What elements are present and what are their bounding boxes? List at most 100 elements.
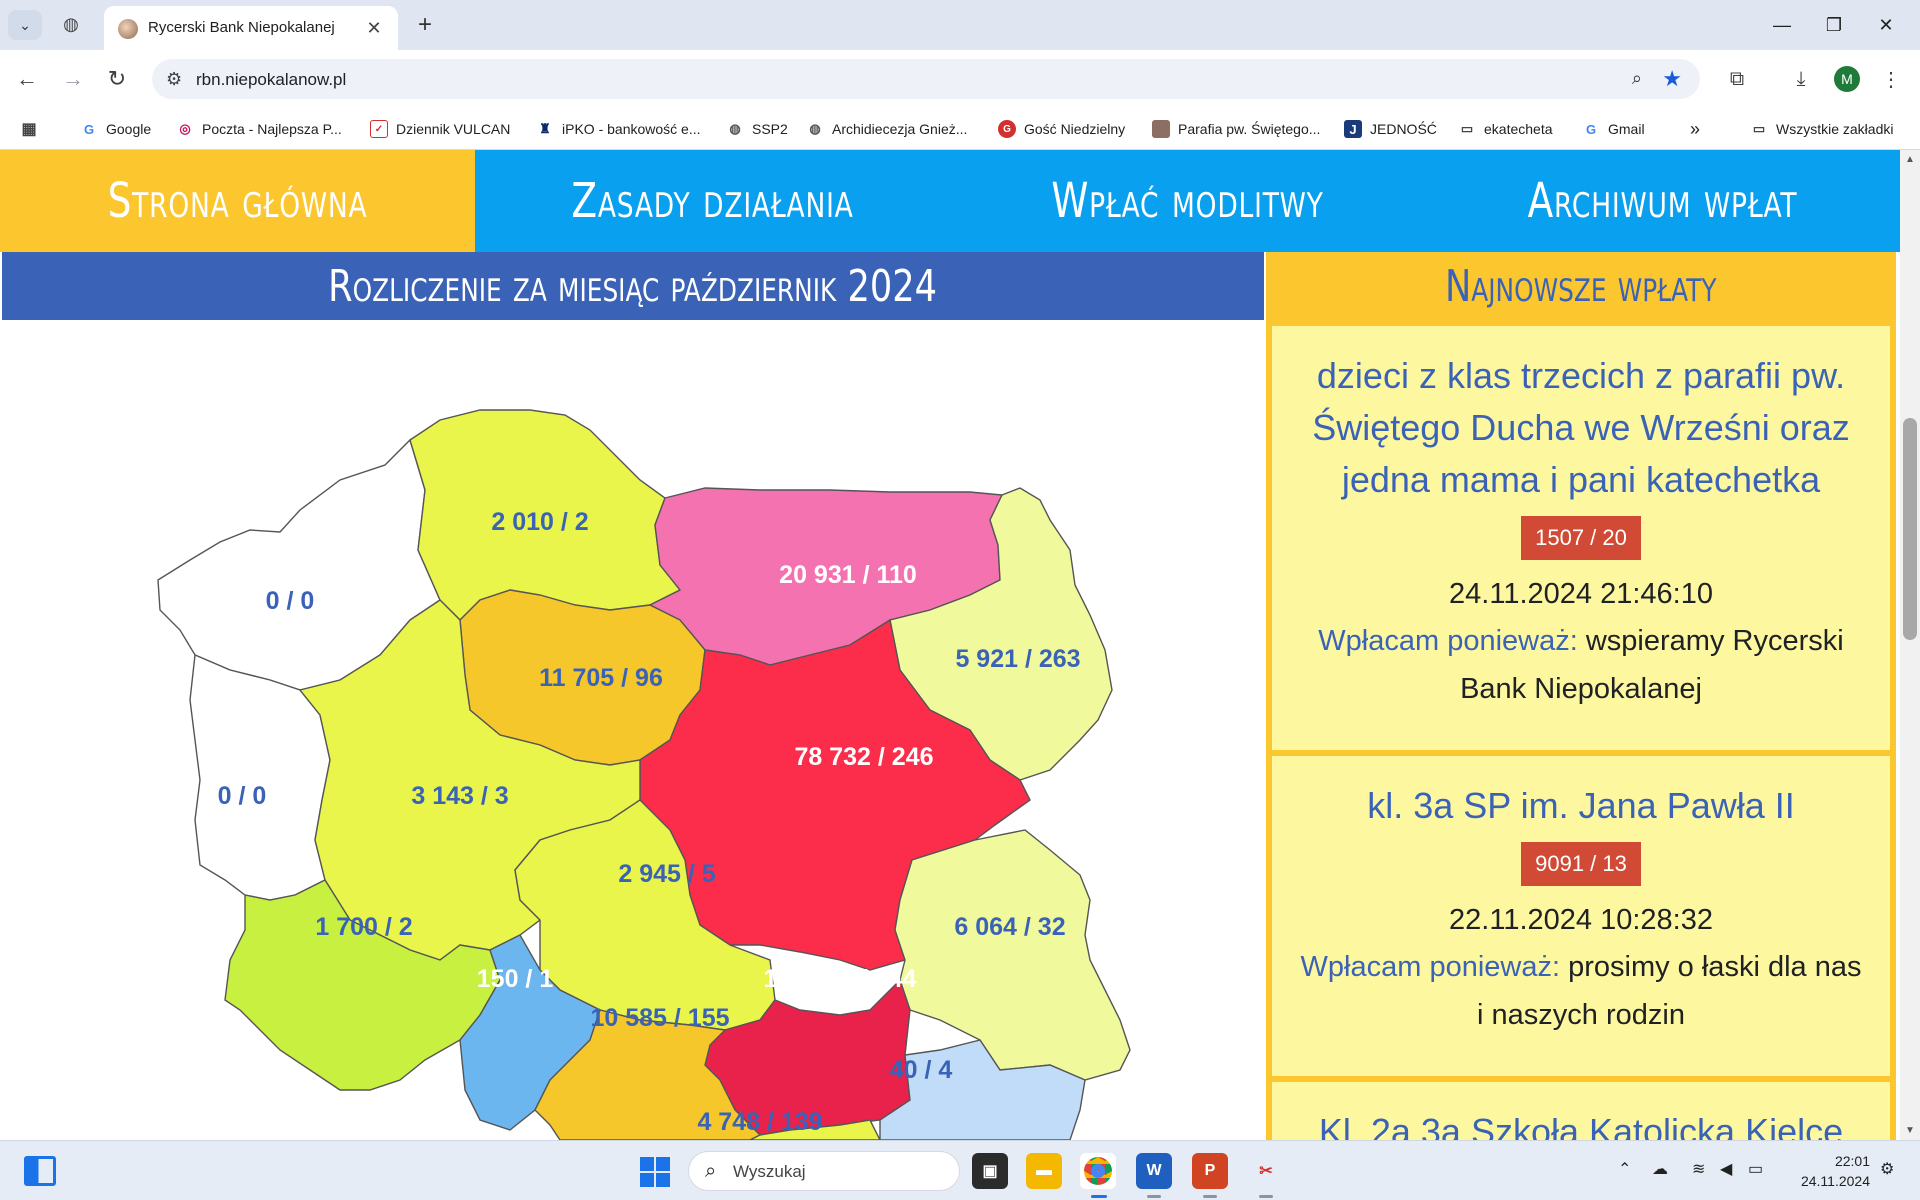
snipping-tool-icon[interactable]: ✂ [1248, 1153, 1284, 1189]
deposit-badge: 1507 / 20 [1521, 516, 1641, 560]
mail-icon: ◎ [179, 121, 191, 136]
close-window-icon[interactable]: ✕ [1866, 10, 1906, 40]
notifications-icon[interactable]: ⚙ [1880, 1159, 1894, 1179]
tab-group-icon[interactable]: ◍ [58, 11, 84, 37]
bookmark-gmail[interactable]: G Gmail [1582, 116, 1645, 142]
bookmark-google[interactable]: G Google [80, 116, 151, 142]
all-bookmarks-button[interactable]: ▭ Wszystkie zakładki [1750, 116, 1894, 142]
search-placeholder: Wyszukaj [733, 1162, 806, 1181]
extensions-icon[interactable]: ⧉ [1722, 64, 1752, 94]
system-clock[interactable]: 22:01 24.11.2024 [1790, 1151, 1870, 1191]
url-text[interactable]: rbn.niepokalanow.pl [196, 70, 346, 90]
deposit-card[interactable]: dzieci z klas trzecich z parafii pw. Świ… [1272, 326, 1890, 750]
bookmark-parafia[interactable]: Parafia pw. Świętego... [1152, 116, 1320, 142]
vulcan-icon: ✓ [370, 120, 388, 138]
google-icon: G [83, 121, 95, 137]
bookmark-ekatecheta[interactable]: ▭ ekatecheta [1458, 116, 1553, 142]
latest-deposits-title: Najnowsze wpłaty [1445, 260, 1717, 312]
bookmark-gosc[interactable]: G Gość Niedzielny [998, 116, 1125, 142]
folder-icon: ▭ [1752, 121, 1766, 136]
new-tab-button[interactable]: + [410, 10, 440, 40]
bookmarks-bar: ▦ G Google ◎ Poczta - Najlepsza P... ✓ Dzie… [0, 108, 1920, 150]
reason-label: Wpłacam ponieważ: [1318, 625, 1578, 657]
toolbar: ← → ↻ ⚙ rbn.niepokalanow.pl ⌕ ★ ⧉ ⤓ M ⋮ [0, 50, 1920, 108]
reason-label: Wpłacam ponieważ: [1300, 951, 1561, 983]
clock-date: 24.11.2024 [1800, 1173, 1870, 1189]
nav-strona-glowna[interactable]: Strona główna [52, 150, 423, 252]
region-label: 11 705 / 96 [539, 664, 663, 692]
file-explorer-icon[interactable]: ▬ [1026, 1153, 1062, 1189]
apps-grid-icon[interactable]: ▦ [20, 116, 46, 142]
restore-window-icon[interactable]: ❐ [1814, 10, 1854, 40]
region-label: 1 700 / 2 [315, 913, 412, 941]
nav-wplac-modlitwy[interactable]: Wpłać modlitwy [1002, 150, 1373, 252]
forward-arrow-icon[interactable]: → [58, 64, 88, 94]
poland-map-svg: 0 / 0 2 010 / 2 20 931 / 110 5 921 / 263… [157, 409, 1131, 1140]
gosc-icon: G [998, 120, 1016, 138]
deposit-card[interactable]: kl. 3a SP im. Jana Pawła II 9091 / 13 22… [1272, 756, 1890, 1076]
reload-icon[interactable]: ↻ [102, 64, 132, 94]
widgets-icon[interactable] [24, 1156, 56, 1186]
nav-archiwum-wplat[interactable]: Archiwum wpłat [1477, 150, 1848, 252]
bookmark-jednosc[interactable]: J JEDNOŚĆ [1344, 116, 1437, 142]
region-label: 160 923 / 944 [764, 965, 917, 993]
google-icon: G [1585, 121, 1597, 137]
bookmark-archidiecezja[interactable]: ◍ Archidiecezja Gnież... [806, 116, 967, 142]
onedrive-icon[interactable]: ☁ [1652, 1159, 1668, 1179]
region-label: 2 010 / 2 [491, 508, 588, 536]
scroll-thumb[interactable] [1903, 418, 1917, 640]
region-label: 4 748 / 139 [697, 1108, 822, 1136]
scroll-down-icon[interactable]: ▼ [1905, 1125, 1915, 1136]
region-label: 0 / 0 [266, 587, 315, 615]
running-app-indicator [1259, 1195, 1273, 1198]
region-label: 3 143 / 3 [411, 782, 508, 810]
bookmark-poczta[interactable]: ◎ Poczta - Najlepsza P... [176, 116, 341, 142]
scroll-up-icon[interactable]: ▲ [1905, 154, 1915, 165]
taskbar-search[interactable]: ⌕ Wyszukaj [688, 1151, 960, 1191]
tab-search-menu-button[interactable]: ⌄ [8, 10, 42, 40]
region-label: 20 931 / 110 [779, 561, 917, 589]
globe-icon: ◍ [729, 121, 741, 136]
battery-icon[interactable]: ▭ [1748, 1159, 1763, 1179]
tab-title: Rycerski Bank Niepokalanej [148, 19, 335, 36]
tray-overflow-icon[interactable]: ⌃ [1618, 1159, 1631, 1179]
browser-tab-active[interactable]: Rycerski Bank Niepokalanej ✕ [104, 6, 398, 50]
back-arrow-icon[interactable]: ← [12, 64, 42, 94]
zoom-icon[interactable]: ⌕ [1632, 68, 1642, 89]
wifi-icon[interactable]: ≋ [1692, 1159, 1705, 1179]
volume-icon[interactable]: ◀ [1720, 1159, 1732, 1179]
deposit-reason: Wpłacam ponieważ: wspieramy Rycerski Ban… [1272, 617, 1890, 713]
page-viewport: Strona główna Zasady działania Wpłać mod… [0, 150, 1900, 1140]
region-label: 78 732 / 246 [794, 743, 933, 771]
chrome-icon[interactable] [1080, 1153, 1116, 1189]
bookmark-star-icon[interactable]: ★ [1662, 66, 1682, 92]
site-favicon-icon [118, 19, 138, 39]
region-lubelskie[interactable] [894, 829, 1131, 1081]
bookmarks-overflow-button[interactable]: » [1690, 116, 1700, 142]
page-scrollbar[interactable]: ▲ ▼ [1900, 150, 1920, 1140]
task-view-icon[interactable]: ▣ [972, 1153, 1008, 1189]
word-icon[interactable]: W [1136, 1153, 1172, 1189]
minimize-window-icon[interactable]: — [1762, 10, 1802, 40]
close-tab-icon[interactable]: ✕ [362, 16, 386, 40]
folder-icon: ▭ [1460, 121, 1474, 136]
site-info-icon[interactable]: ⚙ [166, 69, 182, 90]
region-label: 2 945 / 5 [618, 860, 715, 888]
bookmark-vulcan[interactable]: ✓ Dziennik VULCAN [370, 116, 510, 142]
powerpoint-icon[interactable]: P [1192, 1153, 1228, 1189]
nav-zasady-dzialania[interactable]: Zasady działania [527, 150, 898, 252]
more-menu-icon[interactable]: ⋮ [1876, 64, 1906, 94]
pko-icon: ♜ [539, 121, 551, 136]
deposit-title: dzieci z klas trzecich z parafii pw. Świ… [1312, 355, 1850, 500]
start-button[interactable] [640, 1157, 670, 1187]
address-bar[interactable]: ⚙ rbn.niepokalanow.pl ⌕ ★ [152, 59, 1700, 99]
latest-deposits-feed: dzieci z klas trzecich z parafii pw. Świ… [1266, 320, 1896, 1140]
deposit-badge: 9091 / 13 [1521, 842, 1641, 886]
bookmark-ipko[interactable]: ♜ iPKO - bankowość e... [536, 116, 700, 142]
profile-avatar[interactable]: M [1834, 66, 1860, 92]
bookmark-ssp2[interactable]: ◍ SSP2 [726, 116, 787, 142]
settlement-header: Rozliczenie za miesiąc październik 2024 [2, 252, 1264, 320]
region-label: 10 585 / 155 [590, 1004, 729, 1032]
download-icon[interactable]: ⤓ [1786, 64, 1816, 94]
deposit-card[interactable]: Kl. 2a 3a Szkoła Katolicka Kielce [1272, 1082, 1890, 1140]
